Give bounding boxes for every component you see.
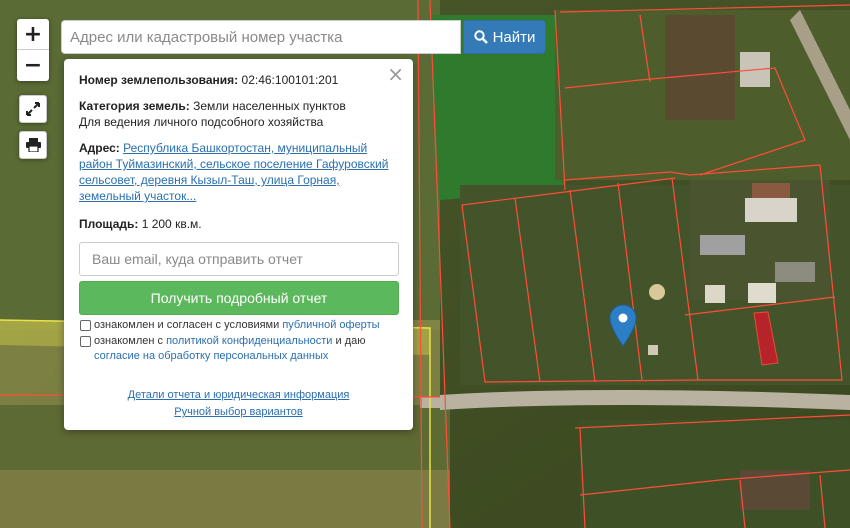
search-button-label: Найти <box>492 28 536 46</box>
report-details-link[interactable]: Детали отчета и юридическая информация <box>128 389 350 401</box>
offer-consent-text: ознакомлен и согласен с условиями публич… <box>94 318 403 333</box>
parcel-number-value: 02:46:100101:201 <box>241 73 339 87</box>
offer-consent-checkbox[interactable] <box>80 320 91 331</box>
search-icon <box>473 30 488 44</box>
zoom-in-button[interactable]: + <box>17 19 49 50</box>
email-field[interactable] <box>79 242 399 276</box>
personal-data-consent-link[interactable]: согласие на обработку персональных данны… <box>94 350 328 362</box>
land-category-value: Земли населенных пунктов <box>193 99 346 113</box>
details-link-row: Детали отчета и юридическая информация <box>64 389 413 401</box>
privacy-consent-mid: и даю <box>335 335 366 347</box>
area-row: Площадь: 1 200 кв.м. <box>79 216 399 232</box>
privacy-consent-checkbox[interactable] <box>80 336 91 347</box>
area-value: 1 200 кв.м. <box>141 217 202 231</box>
zoom-control: + − <box>17 19 49 81</box>
parcel-number-row: Номер землепользования: 02:46:100101:201 <box>79 72 399 88</box>
manual-link-row: Ручной выбор вариантов <box>64 406 413 418</box>
search-input[interactable] <box>61 20 461 54</box>
printer-icon <box>25 138 41 152</box>
manual-selection-link[interactable]: Ручной выбор вариантов <box>174 406 302 418</box>
privacy-policy-link[interactable]: политикой конфиденциальности <box>166 335 332 347</box>
privacy-consent-text: ознакомлен с политикой конфиденциальност… <box>94 334 403 364</box>
zoom-out-button[interactable]: − <box>17 50 49 80</box>
fullscreen-button[interactable] <box>19 95 47 123</box>
get-report-button[interactable]: Получить подробный отчет <box>79 281 399 315</box>
parcel-number-label: Номер землепользования: <box>79 73 239 87</box>
print-button[interactable] <box>19 131 47 159</box>
search-button[interactable]: Найти <box>463 20 546 54</box>
land-category-row: Категория земель: Земли населенных пункт… <box>79 98 399 130</box>
parcel-info-popup: × Номер землепользования: 02:46:100101:2… <box>64 59 413 430</box>
land-usage-value: Для ведения личного подсобного хозяйства <box>79 115 324 129</box>
address-link[interactable]: Республика Башкортостан, муниципальный р… <box>79 141 388 203</box>
address-label: Адрес: <box>79 141 120 155</box>
expand-icon <box>26 102 40 116</box>
offer-consent-label: ознакомлен и согласен с условиями <box>94 319 280 331</box>
area-label: Площадь: <box>79 217 139 231</box>
address-row: Адрес: Республика Башкортостан, муниципа… <box>79 140 399 204</box>
privacy-consent-label: ознакомлен с <box>94 335 164 347</box>
land-category-label: Категория земель: <box>79 99 190 113</box>
public-offer-link[interactable]: публичной оферты <box>282 319 379 331</box>
